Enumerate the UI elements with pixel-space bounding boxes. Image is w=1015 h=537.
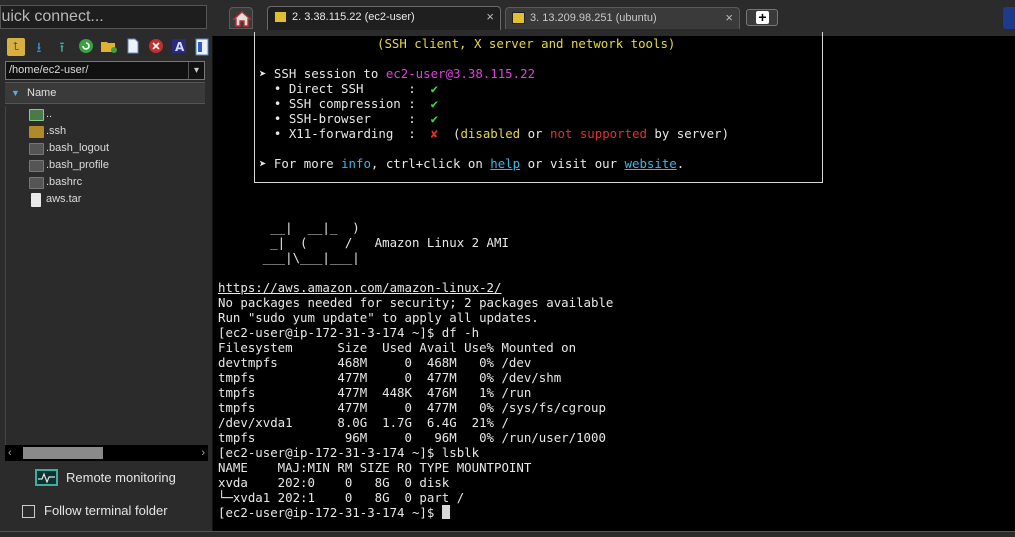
parent-folder-icon	[29, 109, 44, 121]
status-bar	[0, 531, 1015, 537]
file-icon	[29, 177, 44, 189]
terminal-url-link[interactable]: https://aws.amazon.com/amazon-linux-2/	[218, 280, 501, 295]
close-tab-icon[interactable]: ×	[725, 8, 733, 28]
quick-connect-input[interactable]: Quick connect...	[0, 5, 207, 29]
terminal-line: tmpfs 477M 448K 476M 1% /run	[218, 385, 532, 400]
ascii-logo-line: ___|\___|___|	[218, 250, 360, 265]
ascii-logo-line: _| ( / Amazon Linux 2 AMI	[218, 235, 509, 250]
file-icon	[29, 160, 44, 172]
follow-terminal-folder-toggle[interactable]: Follow terminal folder	[22, 501, 208, 521]
list-item[interactable]: .bashrc	[28, 174, 208, 191]
scroll-left-icon[interactable]: ‹	[8, 445, 12, 461]
terminal-tab-icon	[512, 12, 525, 24]
tab-label: 3. 13.209.98.251 (ubuntu)	[530, 12, 657, 24]
banner-session-line: ➤ SSH session to ec2-user@3.38.115.22	[259, 66, 536, 81]
terminal-line: No packages needed for security; 2 packa…	[218, 295, 614, 310]
terminal-line: tmpfs 477M 0 477M 0% /dev/shm	[218, 370, 562, 385]
delete-icon[interactable]	[147, 38, 165, 56]
list-item[interactable]: aws.tar	[28, 191, 208, 208]
name-column-header[interactable]: ▼ Name	[5, 82, 205, 104]
terminal-line: xvda 202:0 0 8G 0 disk	[218, 475, 450, 490]
tab-label: 2. 3.38.115.22 (ec2-user)	[292, 11, 415, 23]
tab-session-3[interactable]: 3. 13.209.98.251 (ubuntu) ×	[505, 7, 740, 29]
feature-x11-forwarding: • X11-forwarding : ✘ (disabled or not su…	[273, 126, 730, 141]
feature-ssh-compression: • SSH compression : ✔	[273, 96, 439, 111]
terminal-line: Filesystem Size Used Avail Use% Mounted …	[218, 340, 577, 355]
sort-arrow-icon: ▼	[11, 88, 20, 98]
list-item[interactable]: .bash_logout	[28, 140, 208, 157]
file-list: .. .ssh .bash_logout .bash_profile .bash…	[28, 106, 208, 208]
terminal-tab-icon	[274, 11, 287, 23]
scroll-right-icon[interactable]: ›	[201, 445, 205, 461]
chevron-down-icon[interactable]: ▾	[188, 62, 204, 79]
ascii-logo-line: __| __|_ )	[218, 220, 360, 235]
terminal-area[interactable]: (SSH client, X server and network tools)…	[214, 32, 1015, 531]
upload-icon[interactable]: ⭱	[53, 38, 71, 56]
info-link[interactable]: info	[341, 156, 371, 171]
horizontal-scrollbar[interactable]: ‹ ›	[5, 445, 208, 461]
terminal-line: Run "sudo yum update" to apply all updat…	[218, 310, 539, 325]
terminal-current-prompt[interactable]: [ec2-user@ip-172-31-3-174 ~]$	[218, 505, 450, 520]
terminal-line: /dev/xvda1 8.0G 1.7G 6.4G 21% /	[218, 415, 509, 430]
terminal-line: NAME MAJ:MIN RM SIZE RO TYPE MOUNTPOINT	[218, 460, 532, 475]
follow-terminal-folder-checkbox[interactable]	[22, 505, 35, 518]
help-link[interactable]: help	[490, 156, 520, 171]
tab-session-2[interactable]: 2. 3.38.115.22 (ec2-user) ×	[267, 6, 501, 30]
terminal-cursor	[441, 505, 450, 519]
rename-icon[interactable]: A	[170, 38, 188, 56]
scrollbar-thumb[interactable]	[23, 447, 103, 459]
new-folder-icon[interactable]	[100, 38, 118, 56]
banner-more-info-line: ➤ For more info, ctrl+click on help or v…	[259, 156, 685, 171]
home-icon	[232, 11, 252, 27]
properties-icon[interactable]	[193, 38, 211, 56]
list-item[interactable]: .bash_profile	[28, 157, 208, 174]
download-icon[interactable]: ⭳	[30, 38, 48, 56]
terminal-line: tmpfs 477M 0 477M 0% /sys/fs/cgroup	[218, 400, 606, 415]
feature-ssh-browser: • SSH-browser : ✔	[273, 111, 439, 126]
terminal-line: devtmpfs 468M 0 468M 0% /dev	[218, 355, 532, 370]
terminal-line: tmpfs 96M 0 96M 0% /run/user/1000	[218, 430, 606, 445]
svg-text:A: A	[175, 40, 185, 54]
new-tab-button[interactable]: +	[746, 9, 778, 26]
tree-gutter	[0, 106, 6, 446]
terminal-prompt-line: [ec2-user@ip-172-31-3-174 ~]$ df -h	[218, 325, 480, 340]
archive-icon	[31, 193, 41, 207]
refresh-icon[interactable]	[77, 38, 95, 56]
folder-icon	[29, 126, 44, 138]
up-folder-icon[interactable]: ⮤	[7, 38, 25, 56]
terminal-line: └─xvda1 202:1 0 8G 0 part /	[218, 490, 465, 505]
tab-bar: Quick connect... 2. 3.38.115.22 (ec2-use…	[0, 0, 1015, 36]
website-link[interactable]: website	[625, 156, 677, 171]
session-banner: (SSH client, X server and network tools)…	[254, 32, 823, 183]
plus-icon: +	[756, 10, 769, 24]
sftp-toolbar: ⮤ ⭳ ⭱ A	[7, 38, 209, 58]
list-item[interactable]: .ssh	[28, 123, 208, 140]
list-item[interactable]: ..	[28, 106, 208, 123]
new-file-icon[interactable]	[124, 38, 142, 56]
remote-monitoring-button[interactable]: Remote monitoring	[35, 468, 205, 488]
terminal-prompt-line: [ec2-user@ip-172-31-3-174 ~]$ lsblk	[218, 445, 480, 460]
file-icon	[29, 143, 44, 155]
banner-tools-line: (SSH client, X server and network tools)	[377, 36, 676, 51]
monitor-icon	[35, 469, 58, 486]
close-tab-icon[interactable]: ×	[486, 7, 494, 27]
remote-path-value: /home/ec2-user/	[9, 64, 89, 76]
sftp-browser-panel: ⮤ ⭳ ⭱ A /home/ec2-user/ ▾ ▼ Name .. .ssh	[0, 36, 213, 531]
panel-toggle-icon[interactable]	[1003, 7, 1015, 29]
feature-direct-ssh: • Direct SSH : ✔	[273, 81, 439, 96]
terminal-scrollbar[interactable]	[1005, 36, 1015, 531]
remote-path-field[interactable]: /home/ec2-user/ ▾	[5, 61, 205, 80]
home-tab[interactable]	[229, 7, 253, 29]
